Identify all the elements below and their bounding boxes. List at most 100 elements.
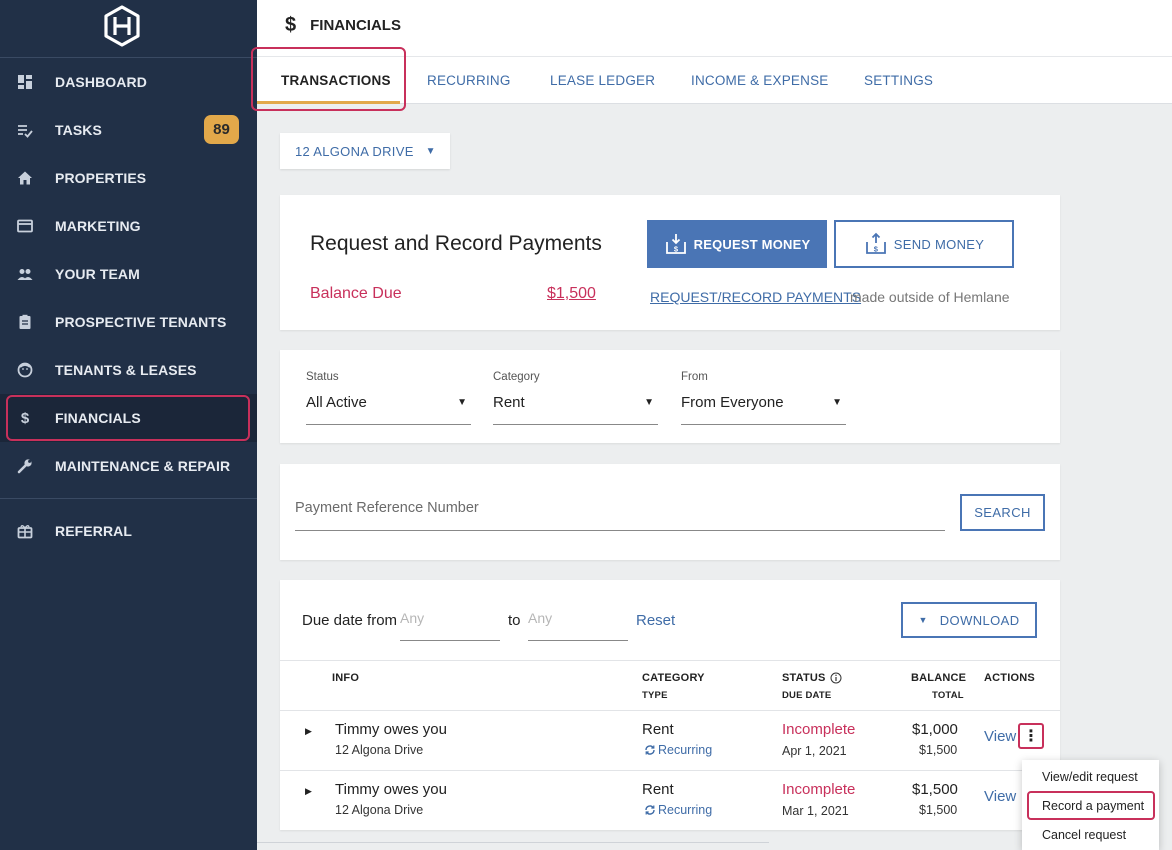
wrench-icon bbox=[16, 457, 34, 475]
menu-item-cancel-request[interactable]: Cancel request bbox=[1042, 828, 1126, 842]
table-header-bottom-divider bbox=[280, 710, 1060, 711]
column-header-actions: ACTIONS bbox=[984, 672, 1035, 684]
caret-down-icon: ▼ bbox=[644, 397, 654, 408]
tab-income-expense[interactable]: INCOME & EXPENSE bbox=[691, 73, 828, 88]
category-filter-underline bbox=[493, 424, 658, 425]
pagination-divider bbox=[257, 842, 769, 843]
row-actions-menu: View/edit request Record a payment Cance… bbox=[1022, 760, 1159, 850]
caret-down-icon: ▼ bbox=[832, 397, 842, 408]
property-selector[interactable]: 12 ALGONA DRIVE ▼ bbox=[280, 133, 450, 169]
row-view-link[interactable]: View bbox=[984, 728, 1016, 745]
sidebar-item-label: TASKS bbox=[55, 122, 102, 138]
page-title-text: FINANCIALS bbox=[310, 16, 401, 34]
due-date-to-underline bbox=[528, 640, 628, 641]
sidebar-item-maintenance-repair[interactable]: MAINTENANCE & REPAIR bbox=[0, 442, 257, 490]
hemlane-logo-icon[interactable] bbox=[100, 4, 144, 48]
sidebar-item-referral[interactable]: REFERRAL bbox=[0, 507, 257, 555]
column-header-total: TOTAL bbox=[932, 690, 964, 701]
status-filter-label: Status bbox=[306, 371, 339, 383]
sidebar-item-your-team[interactable]: YOUR TEAM bbox=[0, 250, 257, 298]
table-header-top-divider bbox=[280, 660, 1060, 661]
transactions-card: Due date from Any to Any Reset ▼ DOWNLOA… bbox=[280, 580, 1060, 830]
caret-down-icon: ▼ bbox=[918, 615, 928, 625]
row-actions-menu-button[interactable]: ⋮ bbox=[1018, 723, 1044, 749]
row-due-date: Apr 1, 2021 bbox=[782, 744, 847, 758]
search-card: Payment Reference Number SEARCH bbox=[280, 464, 1060, 560]
column-header-type: TYPE bbox=[642, 690, 668, 701]
highlight-box-financials bbox=[6, 395, 250, 441]
request-record-payments-link[interactable]: REQUEST/RECORD PAYMENTS bbox=[650, 289, 861, 305]
sidebar-item-label: REFERRAL bbox=[55, 523, 133, 539]
row-address: 12 Algona Drive bbox=[335, 803, 424, 817]
row-status: Incomplete bbox=[782, 721, 856, 738]
request-money-button[interactable]: $ REQUEST MONEY bbox=[647, 220, 827, 268]
due-date-from-input[interactable]: Any bbox=[400, 610, 424, 626]
column-header-category: CATEGORY bbox=[642, 672, 705, 684]
sidebar-item-label: MAINTENANCE & REPAIR bbox=[55, 458, 231, 474]
sidebar-item-tasks[interactable]: TASKS 89 bbox=[0, 106, 257, 154]
row-type: Recurring bbox=[644, 803, 712, 817]
sidebar-item-properties[interactable]: PROPERTIES bbox=[0, 154, 257, 202]
request-card-title: Request and Record Payments bbox=[310, 232, 602, 255]
column-header-status: STATUS bbox=[782, 672, 842, 684]
category-filter-label: Category bbox=[493, 371, 540, 383]
send-money-button[interactable]: $ SEND MONEY bbox=[834, 220, 1014, 268]
due-date-to-input[interactable]: Any bbox=[528, 610, 552, 626]
row-due-date: Mar 1, 2021 bbox=[782, 804, 849, 818]
menu-item-view-edit-request[interactable]: View/edit request bbox=[1042, 770, 1138, 784]
highlight-box-transactions-tab bbox=[251, 47, 406, 111]
caret-down-icon: ▼ bbox=[457, 397, 467, 408]
expand-row-icon[interactable]: ▶ bbox=[305, 726, 312, 737]
info-icon[interactable] bbox=[830, 672, 842, 684]
category-filter-value: Rent bbox=[493, 394, 525, 411]
row-type-text: Recurring bbox=[658, 803, 713, 817]
row-type: Recurring bbox=[644, 743, 712, 757]
row-total: $1,500 bbox=[919, 803, 958, 817]
sidebar: DASHBOARD TASKS 89 PROPERTIES MARKETING … bbox=[0, 0, 257, 850]
request-record-payments-suffix: made outside of Hemlane bbox=[850, 289, 1010, 305]
row-category: Rent bbox=[642, 781, 674, 798]
from-filter-underline bbox=[681, 424, 846, 425]
tab-settings[interactable]: SETTINGS bbox=[864, 73, 933, 88]
balance-due-label: Balance Due bbox=[310, 285, 402, 302]
due-date-from-label: Due date from bbox=[302, 612, 398, 629]
balance-due-value[interactable]: $1,500 bbox=[547, 285, 596, 303]
due-date-to-label: to bbox=[508, 612, 521, 629]
gift-icon bbox=[16, 522, 34, 540]
row-view-link[interactable]: View bbox=[984, 788, 1016, 805]
page-title: $ FINANCIALS bbox=[285, 14, 401, 36]
search-input-underline bbox=[295, 530, 945, 531]
marketing-icon bbox=[16, 217, 34, 235]
row-divider bbox=[280, 770, 1060, 771]
sidebar-item-tenants-leases[interactable]: TENANTS & LEASES bbox=[0, 346, 257, 394]
sidebar-item-marketing[interactable]: MARKETING bbox=[0, 202, 257, 250]
sidebar-item-dashboard[interactable]: DASHBOARD bbox=[0, 58, 257, 106]
caret-down-icon: ▼ bbox=[425, 145, 436, 157]
download-button[interactable]: ▼ DOWNLOAD bbox=[901, 602, 1037, 638]
row-balance: $1,000 bbox=[912, 721, 958, 738]
dashboard-icon bbox=[16, 73, 34, 91]
tab-lease-ledger[interactable]: LEASE LEDGER bbox=[550, 73, 655, 88]
property-selector-value: 12 ALGONA DRIVE bbox=[295, 143, 414, 159]
recurring-icon bbox=[645, 745, 655, 755]
sidebar-item-label: PROSPECTIVE TENANTS bbox=[55, 314, 227, 330]
svg-text:$: $ bbox=[874, 245, 879, 254]
filters-card: Status All Active ▼ Category Rent ▼ From… bbox=[280, 350, 1060, 443]
search-button[interactable]: SEARCH bbox=[960, 494, 1045, 531]
tab-recurring[interactable]: RECURRING bbox=[427, 73, 511, 88]
payment-reference-input[interactable]: Payment Reference Number bbox=[295, 500, 479, 516]
sidebar-divider bbox=[0, 498, 257, 499]
reset-link[interactable]: Reset bbox=[636, 612, 675, 629]
sidebar-item-label: TENANTS & LEASES bbox=[55, 362, 197, 378]
tenants-icon bbox=[16, 361, 34, 379]
recurring-icon bbox=[645, 805, 655, 815]
sidebar-item-prospective-tenants[interactable]: PROSPECTIVE TENANTS bbox=[0, 298, 257, 346]
due-date-from-underline bbox=[400, 640, 500, 641]
row-status: Incomplete bbox=[782, 781, 856, 798]
dollar-icon: $ bbox=[285, 13, 297, 36]
svg-text:$: $ bbox=[673, 245, 678, 254]
expand-row-icon[interactable]: ▶ bbox=[305, 786, 312, 797]
send-money-label: SEND MONEY bbox=[893, 236, 985, 252]
column-header-status-text: STATUS bbox=[782, 672, 826, 684]
tasks-icon bbox=[16, 121, 34, 139]
